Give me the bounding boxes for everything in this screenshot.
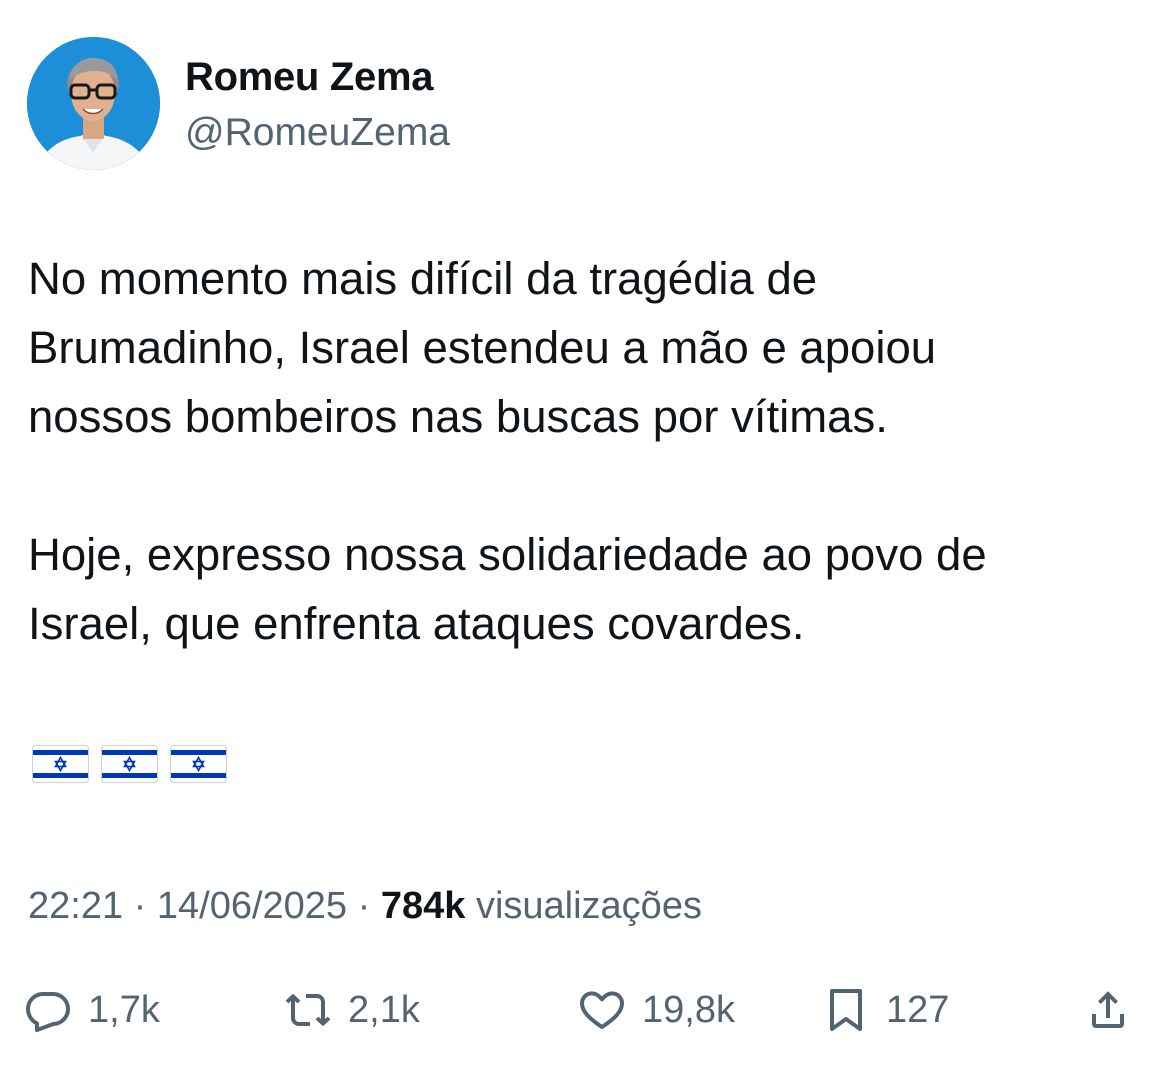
meta-separator: · (133, 885, 147, 927)
israel-flag-icon (101, 745, 158, 783)
tweet-date[interactable]: 14/06/2025 (157, 885, 347, 927)
retweet-count: 2,1k (348, 989, 420, 1031)
bookmark-icon (830, 989, 862, 1031)
israel-flag-icon (32, 745, 89, 783)
share-button[interactable] (1084, 980, 1132, 1040)
israel-flag-icon (170, 745, 227, 783)
like-count: 19,8k (642, 989, 735, 1031)
tweet-paragraph: No momento mais difícil da tragédia de B… (28, 253, 937, 442)
avatar[interactable] (27, 37, 160, 170)
reply-count: 1,7k (88, 989, 160, 1031)
reply-icon (26, 992, 70, 1032)
views-label[interactable]: visualizações (476, 885, 702, 927)
author-handle[interactable]: @RomeuZema (185, 109, 450, 157)
like-button[interactable]: 19,8k (578, 980, 735, 1040)
tweet-paragraph: Hoje, expresso nossa solidariedade ao po… (28, 529, 987, 649)
views-count[interactable]: 784k (381, 885, 466, 927)
tweet-meta: 22:21 · 14/06/2025 · 784k visualizações (28, 882, 702, 930)
bookmark-count: 127 (886, 989, 950, 1031)
retweet-icon (285, 993, 331, 1027)
meta-separator: · (357, 885, 371, 927)
share-icon (1092, 991, 1124, 1028)
tweet-text: No momento mais difícil da tragédia de B… (28, 244, 1148, 658)
avatar-photo-icon (27, 37, 160, 170)
action-bar: 1,7k 2,1k 19,8k 127 (0, 980, 1170, 1040)
reply-button[interactable]: 1,7k (24, 980, 160, 1040)
bookmark-button[interactable]: 127 (822, 980, 949, 1040)
author-name[interactable]: Romeu Zema (185, 53, 433, 101)
retweet-button[interactable]: 2,1k (284, 980, 420, 1040)
tweet-time[interactable]: 22:21 (28, 885, 123, 927)
heart-icon (580, 991, 624, 1029)
emoji-row (32, 745, 227, 783)
